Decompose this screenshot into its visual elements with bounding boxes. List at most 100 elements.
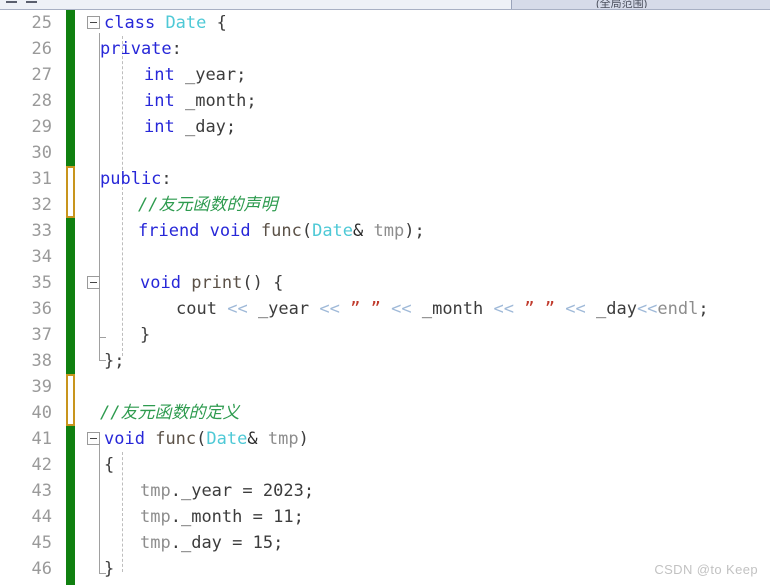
token-semicolon: ; bbox=[246, 91, 257, 111]
code-area[interactable]: class Date { private: int _year; int _mo… bbox=[0, 10, 770, 585]
token-field: _year bbox=[180, 481, 233, 501]
token-field: _year bbox=[257, 299, 310, 319]
token-keyword: void bbox=[140, 273, 181, 293]
token-keyword: public bbox=[100, 169, 162, 189]
token-shift-operator: << bbox=[493, 299, 514, 319]
token-type: Date bbox=[206, 429, 248, 449]
token-brace: { bbox=[206, 13, 227, 33]
token-shift-operator: << bbox=[565, 299, 586, 319]
token-param: tmp bbox=[140, 481, 171, 501]
code-line-25[interactable]: class Date { bbox=[104, 10, 227, 36]
code-line-46[interactable]: } bbox=[104, 556, 114, 582]
token-keyword: int bbox=[144, 91, 175, 111]
token-keyword: int bbox=[144, 117, 175, 137]
code-line-35[interactable]: void print() { bbox=[140, 270, 283, 296]
token-comment: //友元函数的定义 bbox=[100, 403, 240, 423]
code-line-40[interactable]: //友元函数的定义 bbox=[100, 400, 239, 426]
code-line-36[interactable]: cout << _year << ” ” << _month << ” ” <<… bbox=[176, 296, 709, 322]
token-paren: ) bbox=[298, 429, 309, 449]
scope-combo-box[interactable]: (全局范围) bbox=[596, 0, 706, 8]
token-type: Date bbox=[165, 13, 207, 33]
code-line-42[interactable]: { bbox=[104, 452, 114, 478]
token-string-literal: ” bbox=[524, 299, 535, 319]
code-line-26[interactable]: private: bbox=[100, 36, 182, 62]
token-number: 2023 bbox=[262, 481, 304, 501]
token-keyword: friend bbox=[138, 221, 200, 241]
token-function: func bbox=[260, 221, 302, 241]
token-field: _month bbox=[421, 299, 484, 319]
code-line-33[interactable]: friend void func(Date& tmp); bbox=[138, 218, 425, 244]
code-line-45[interactable]: tmp._day = 15; bbox=[140, 530, 283, 556]
token-keyword: int bbox=[144, 65, 175, 85]
tab-strip[interactable] bbox=[0, 0, 512, 9]
token-field: _day bbox=[180, 533, 222, 553]
token-semicolon: ; bbox=[698, 299, 709, 319]
token-keyword: void bbox=[209, 221, 251, 241]
token-assign: = bbox=[221, 533, 253, 553]
token-function: print bbox=[191, 273, 243, 293]
code-editor[interactable]: 25 26 27 28 29 30 31 32 33 34 35 36 37 3… bbox=[0, 10, 770, 585]
tab-placeholder-1 bbox=[6, 1, 17, 3]
token-paren: ( bbox=[301, 221, 313, 241]
token-ampersand: & bbox=[353, 221, 364, 241]
code-line-28[interactable]: int _month; bbox=[144, 88, 257, 114]
token-endl: endl bbox=[657, 299, 699, 319]
code-line-29[interactable]: int _day; bbox=[144, 114, 236, 140]
code-line-32[interactable]: //友元函数的声明 bbox=[138, 192, 277, 218]
code-line-38[interactable]: }; bbox=[104, 348, 124, 374]
token-number: 15 bbox=[252, 533, 274, 553]
code-line-37[interactable]: } bbox=[140, 322, 150, 348]
token-brace-semicolon: }; bbox=[104, 351, 125, 371]
token-ampersand: & bbox=[247, 429, 258, 449]
token-string-literal: ” bbox=[370, 299, 381, 319]
token-shift-operator: << bbox=[391, 299, 412, 319]
token-brace: { bbox=[104, 455, 115, 475]
token-brace: } bbox=[104, 559, 115, 579]
token-semicolon: ; bbox=[225, 117, 237, 137]
code-line-43[interactable]: tmp._year = 2023; bbox=[140, 478, 314, 504]
code-line-44[interactable]: tmp._month = 11; bbox=[140, 504, 304, 530]
code-line-41[interactable]: void func(Date& tmp) bbox=[104, 426, 309, 452]
token-semicolon: ; bbox=[293, 507, 304, 527]
token-shift-operator: << bbox=[319, 299, 340, 319]
token-dot: . bbox=[170, 507, 181, 527]
token-keyword: void bbox=[104, 429, 145, 449]
token-shift-operator: << bbox=[636, 299, 658, 319]
token-paren-semicolon: ); bbox=[404, 221, 425, 241]
token-assign: = bbox=[242, 507, 274, 527]
token-colon: : bbox=[161, 169, 172, 189]
token-string-literal: ” bbox=[544, 299, 555, 319]
token-field: _month bbox=[184, 91, 247, 111]
token-dot: . bbox=[170, 533, 181, 553]
token-comment: //友元函数的声明 bbox=[138, 195, 278, 215]
code-line-27[interactable]: int _year; bbox=[144, 62, 246, 88]
token-field: _day bbox=[595, 299, 637, 319]
editor-top-chrome: (全局范围) bbox=[0, 0, 770, 10]
token-paren: ( bbox=[196, 429, 207, 449]
code-line-31[interactable]: public: bbox=[100, 166, 172, 192]
token-field: _day bbox=[184, 117, 226, 137]
token-number: 11 bbox=[273, 507, 294, 527]
token-shift-operator: << bbox=[227, 299, 248, 319]
token-semicolon: ; bbox=[273, 533, 284, 553]
token-param: tmp bbox=[140, 507, 171, 527]
token-dot: . bbox=[170, 481, 181, 501]
